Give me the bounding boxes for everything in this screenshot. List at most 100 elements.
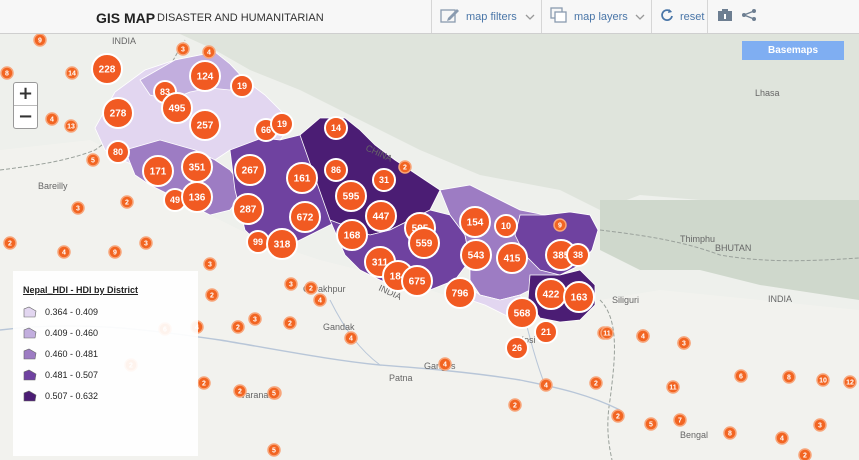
- cluster-marker[interactable]: 163: [563, 281, 595, 313]
- cluster-marker[interactable]: 4: [202, 45, 216, 59]
- cluster-marker[interactable]: 495: [161, 92, 193, 124]
- cluster-marker[interactable]: 267: [234, 154, 266, 186]
- cluster-marker[interactable]: 8: [782, 370, 796, 384]
- cluster-marker[interactable]: 171: [142, 155, 174, 187]
- cluster-marker[interactable]: 228: [91, 53, 123, 85]
- cluster-marker[interactable]: 2: [398, 160, 412, 174]
- cluster-marker[interactable]: 168: [336, 219, 368, 251]
- cluster-marker[interactable]: 559: [408, 227, 440, 259]
- place-label: INDIA: [768, 294, 792, 304]
- zoom-in-button[interactable]: +: [14, 83, 37, 105]
- cluster-marker[interactable]: 2: [304, 281, 318, 295]
- cluster-marker[interactable]: 796: [444, 277, 476, 309]
- cluster-marker[interactable]: 4: [775, 431, 789, 445]
- cluster-marker[interactable]: 154: [459, 206, 491, 238]
- cluster-count: 19: [237, 81, 247, 91]
- info-button[interactable]: [707, 0, 741, 33]
- cluster-marker[interactable]: 595: [335, 180, 367, 212]
- cluster-marker[interactable]: 11: [600, 326, 614, 340]
- map-filters-label: map filters: [466, 10, 517, 23]
- cluster-marker[interactable]: 2: [798, 448, 812, 460]
- cluster-marker[interactable]: 5: [267, 386, 281, 400]
- cluster-marker[interactable]: 31: [372, 168, 396, 192]
- cluster-marker[interactable]: 3: [203, 257, 217, 271]
- cluster-marker[interactable]: 4: [438, 357, 452, 371]
- cluster-marker[interactable]: 5: [644, 417, 658, 431]
- cluster-count: 9: [558, 222, 562, 229]
- cluster-marker[interactable]: 19: [230, 74, 254, 98]
- cluster-marker[interactable]: 2: [283, 316, 297, 330]
- cluster-marker[interactable]: 4: [313, 293, 327, 307]
- legend-label: 0.507 - 0.632: [45, 390, 99, 401]
- cluster-marker[interactable]: 3: [677, 336, 691, 350]
- zoom-out-button[interactable]: −: [14, 105, 37, 128]
- cluster-marker[interactable]: 2: [231, 320, 245, 334]
- cluster-marker[interactable]: 9: [553, 218, 567, 232]
- cluster-marker[interactable]: 5: [86, 153, 100, 167]
- cluster-marker[interactable]: 11: [666, 380, 680, 394]
- cluster-marker[interactable]: 161: [286, 162, 318, 194]
- cluster-marker[interactable]: 672: [289, 201, 321, 233]
- cluster-marker[interactable]: 14: [65, 66, 79, 80]
- cluster-marker[interactable]: 38: [566, 243, 590, 267]
- cluster-count: 86: [331, 165, 341, 175]
- share-button[interactable]: [738, 0, 760, 33]
- cluster-marker[interactable]: 10: [816, 373, 830, 387]
- cluster-marker[interactable]: 4: [636, 329, 650, 343]
- cluster-marker[interactable]: 8: [0, 66, 14, 80]
- cluster-marker[interactable]: 4: [539, 378, 553, 392]
- cluster-marker[interactable]: 26: [505, 336, 529, 360]
- cluster-marker[interactable]: 124: [189, 60, 221, 92]
- cluster-marker[interactable]: 5: [267, 443, 281, 457]
- cluster-marker[interactable]: 3: [813, 418, 827, 432]
- cluster-marker[interactable]: 4: [45, 112, 59, 126]
- cluster-marker[interactable]: 2: [233, 384, 247, 398]
- cluster-marker[interactable]: 8: [723, 426, 737, 440]
- cluster-marker[interactable]: 2: [205, 288, 219, 302]
- cluster-marker[interactable]: 6: [734, 369, 748, 383]
- cluster-marker[interactable]: 19: [270, 112, 294, 136]
- cluster-marker[interactable]: 86: [324, 158, 348, 182]
- cluster-marker[interactable]: 422: [535, 278, 567, 310]
- cluster-marker[interactable]: 2: [197, 376, 211, 390]
- cluster-marker[interactable]: 2: [508, 398, 522, 412]
- cluster-marker[interactable]: 99: [246, 230, 270, 254]
- cluster-marker[interactable]: 278: [102, 97, 134, 129]
- reset-button[interactable]: reset: [651, 0, 707, 33]
- legend-swatch: [23, 348, 37, 359]
- cluster-marker[interactable]: 351: [181, 151, 213, 183]
- basemaps-button[interactable]: Basemaps: [742, 41, 844, 60]
- cluster-marker[interactable]: 543: [460, 239, 492, 271]
- cluster-marker[interactable]: 9: [33, 34, 47, 47]
- cluster-marker[interactable]: 3: [248, 312, 262, 326]
- cluster-marker[interactable]: 4: [344, 331, 358, 345]
- cluster-marker[interactable]: 9: [108, 245, 122, 259]
- cluster-marker[interactable]: 10: [494, 214, 518, 238]
- cluster-marker[interactable]: 2: [589, 376, 603, 390]
- cluster-marker[interactable]: 318: [266, 228, 298, 260]
- cluster-marker[interactable]: 2: [120, 195, 134, 209]
- cluster-marker[interactable]: 2: [611, 409, 625, 423]
- cluster-marker[interactable]: 568: [506, 297, 538, 329]
- map-filters-button[interactable]: map filters: [431, 0, 541, 33]
- cluster-marker[interactable]: 3: [71, 201, 85, 215]
- legend-swatch: [23, 306, 37, 317]
- cluster-marker[interactable]: 21: [534, 320, 558, 344]
- cluster-marker[interactable]: 415: [496, 242, 528, 274]
- cluster-marker[interactable]: 12: [843, 375, 857, 389]
- cluster-marker[interactable]: 7: [673, 413, 687, 427]
- cluster-marker[interactable]: 3: [176, 42, 190, 56]
- cluster-marker[interactable]: 257: [189, 109, 221, 141]
- cluster-marker[interactable]: 13: [64, 119, 78, 133]
- cluster-marker[interactable]: 4: [57, 245, 71, 259]
- cluster-marker[interactable]: 3: [284, 277, 298, 291]
- cluster-marker[interactable]: 675: [401, 265, 433, 297]
- cluster-marker[interactable]: 447: [365, 200, 397, 232]
- cluster-marker[interactable]: 2: [3, 236, 17, 250]
- cluster-marker[interactable]: 287: [232, 193, 264, 225]
- cluster-marker[interactable]: 136: [181, 181, 213, 213]
- cluster-marker[interactable]: 3: [139, 236, 153, 250]
- map-layers-button[interactable]: map layers: [541, 0, 651, 33]
- cluster-marker[interactable]: 80: [106, 140, 130, 164]
- cluster-marker[interactable]: 14: [324, 116, 348, 140]
